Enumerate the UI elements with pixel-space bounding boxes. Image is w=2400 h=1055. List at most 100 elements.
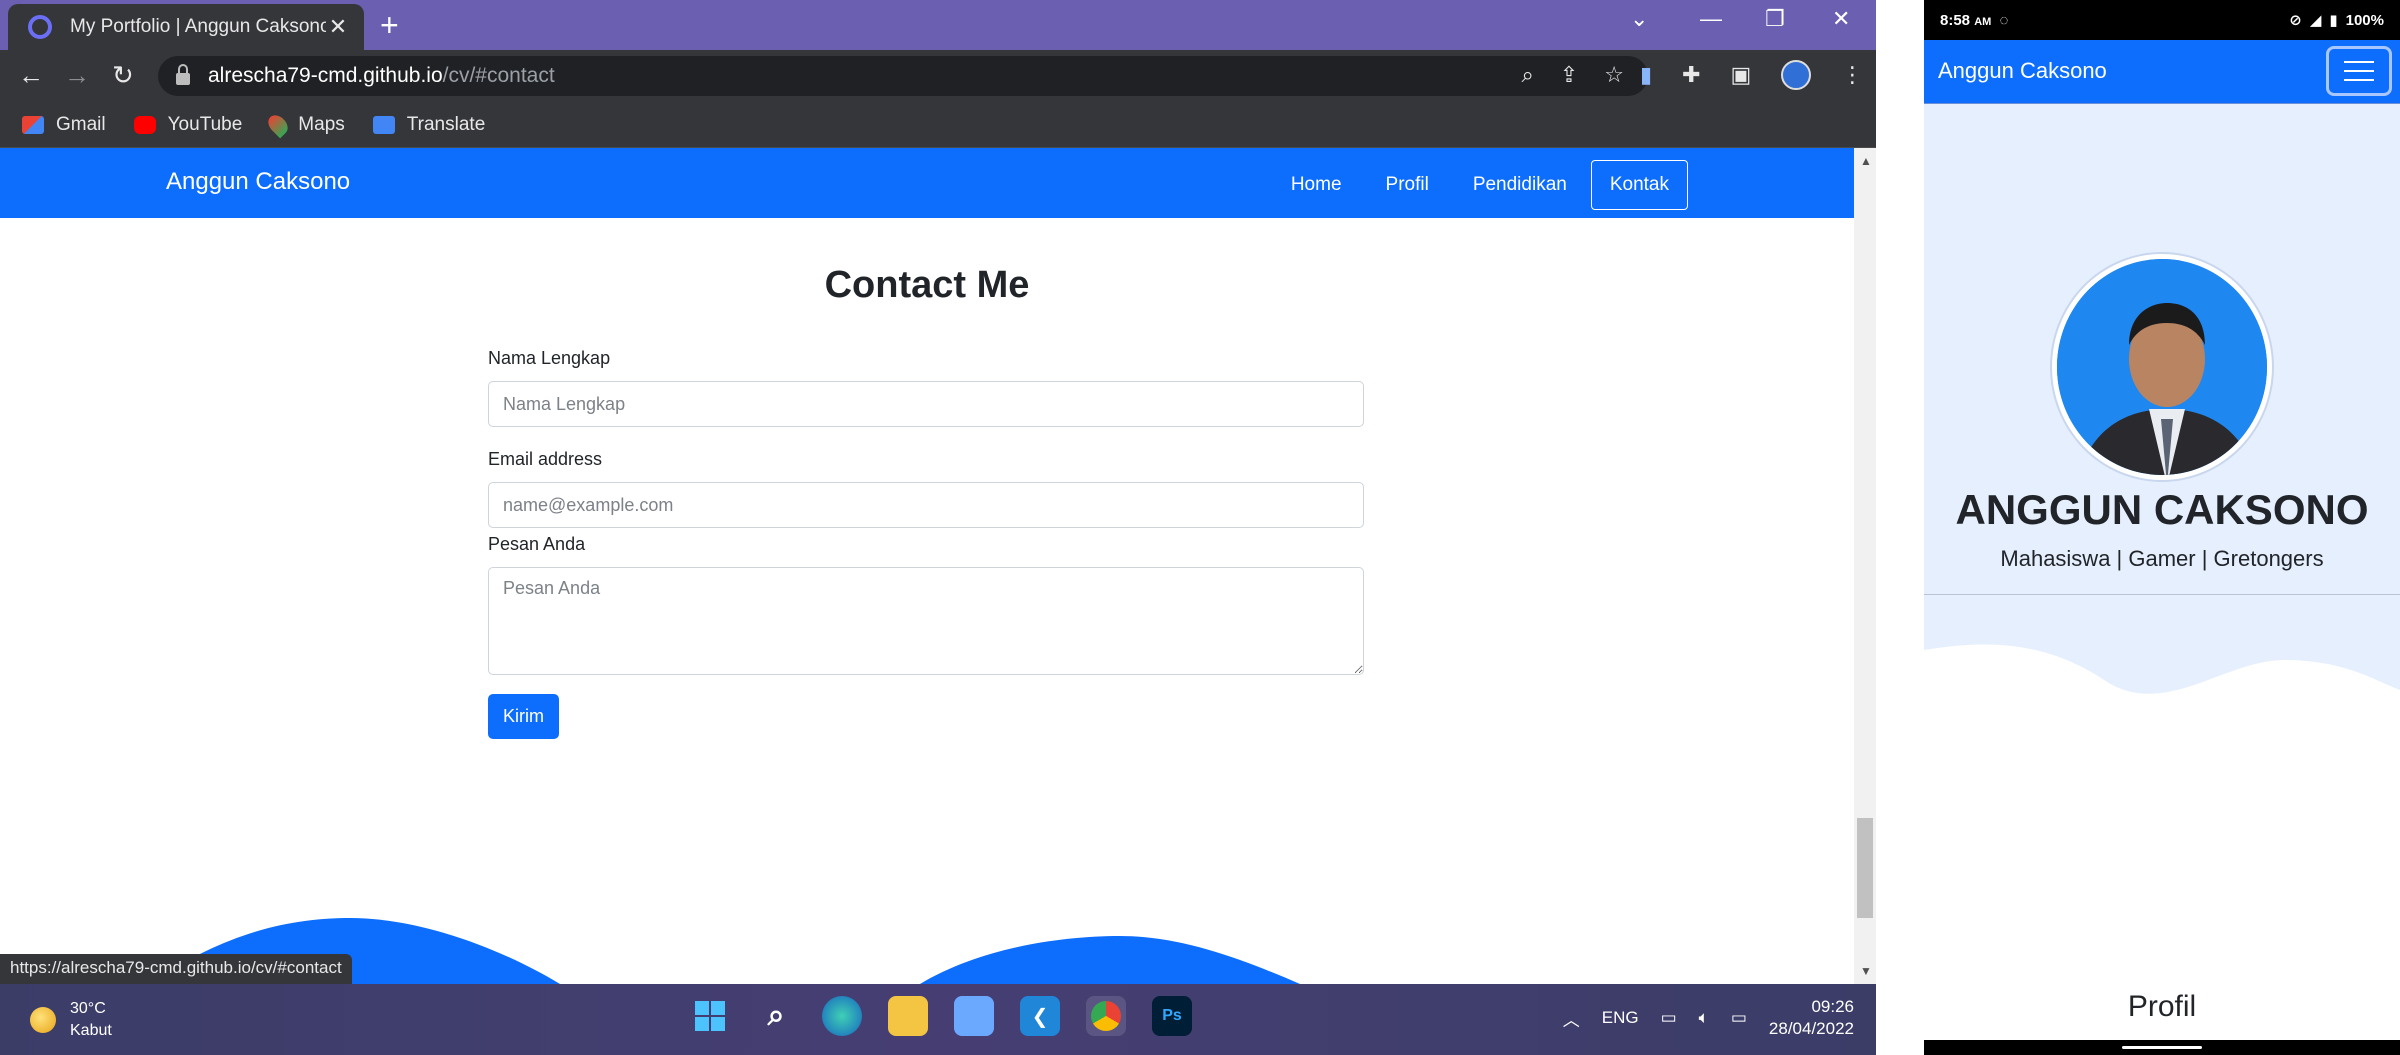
profile-wave	[1924, 644, 2400, 1040]
mobile-screenshot: 8:58 AM ◌ ⊘ ◢ ▮ 100% Anggun Caksono ANGG…	[1924, 0, 2400, 1055]
phone-status-ampm: AM	[1974, 15, 1992, 28]
tab-title: My Portfolio | Anggun Caksono	[70, 16, 326, 37]
extensions-puzzle-icon[interactable]: ✚	[1682, 62, 1700, 88]
scroll-thumb[interactable]	[1857, 818, 1873, 918]
battery-status-icon: ▮	[2329, 12, 2338, 29]
weather-condition: Kabut	[70, 1022, 112, 1039]
weather-widget[interactable]: 30°C Kabut	[30, 998, 112, 1042]
page-scrollbar[interactable]: ▲ ▼	[1854, 148, 1876, 984]
submit-button[interactable]: Kirim	[488, 694, 559, 739]
profile-divider	[1924, 594, 2400, 595]
phone-section-title: Profil	[2127, 990, 2197, 1023]
youtube-icon	[133, 115, 156, 134]
tray-overflow-chevron-icon[interactable]: ︿	[1563, 1006, 1580, 1031]
profile-tagline: Mahasiswa | Gamer | Gretongers	[2000, 546, 2324, 571]
restore-button[interactable]: ❐	[1765, 6, 1785, 32]
message-textarea[interactable]	[488, 567, 1364, 675]
search-icon[interactable]: ⌕	[756, 996, 796, 1036]
mute-icon: ⊘	[2289, 12, 2302, 29]
taskbar-apps: ⌕ ❮ Ps	[690, 996, 1192, 1036]
reload-button[interactable]: ↻	[112, 60, 134, 91]
clock-time: 09:26	[1811, 997, 1854, 1016]
site-favicon-icon	[28, 15, 52, 39]
profile-name: ANGGUN CAKSONO	[1955, 486, 2369, 533]
bookmark-label: YouTube	[167, 113, 243, 135]
translate-icon	[372, 115, 395, 134]
name-label: Nama Lengkap	[488, 348, 611, 368]
nav-link-profil[interactable]: Profil	[1366, 162, 1449, 208]
link-status-bubble: https://alrescha79-cmd.github.io/cv/#con…	[0, 954, 352, 984]
forward-button[interactable]: →	[64, 60, 90, 91]
weather-temperature: 30°C	[70, 1000, 106, 1017]
gmail-icon	[22, 115, 44, 134]
extension-docs-icon[interactable]: ▮	[1640, 62, 1652, 88]
scroll-down-arrow-icon[interactable]: ▼	[1860, 964, 1872, 978]
browser-toolbar: ← → ↻ alrescha79-cmd.github.io/cv/#conta…	[0, 50, 1876, 102]
maps-icon	[264, 111, 292, 138]
phone-status-bar: 8:58 AM ◌ ⊘ ◢ ▮ 100%	[1924, 0, 2400, 40]
minimize-button[interactable]: —	[1700, 6, 1722, 32]
chrome-icon[interactable]	[1086, 996, 1126, 1036]
volume-icon[interactable]: 🔈︎	[1699, 1008, 1709, 1028]
contact-form: Nama Lengkap Email address Pesan Anda Ki…	[488, 348, 1364, 739]
battery-icon[interactable]: ▭	[1731, 1008, 1747, 1028]
windows-taskbar: 30°C Kabut ⌕ ❮ Ps ︿ ENG ▭ 🔈︎ ▭ 09:26 28/…	[0, 984, 1876, 1055]
scroll-up-arrow-icon[interactable]: ▲	[1860, 154, 1872, 168]
site-navbar: Anggun Caksono Home Profil Pendidikan Ko…	[0, 148, 1854, 218]
whatsapp-icon: ◌	[1999, 11, 2009, 29]
email-input[interactable]	[488, 482, 1364, 528]
side-panel-icon[interactable]: ▣	[1731, 62, 1752, 88]
message-label: Pesan Anda	[488, 534, 586, 554]
bookmark-label: Gmail	[56, 113, 106, 135]
site-nav-links: Home Profil Pendidikan Kontak	[1271, 160, 1688, 210]
nav-link-home[interactable]: Home	[1271, 162, 1362, 208]
bookmarks-bar: Gmail YouTube Maps Translate	[0, 102, 1876, 148]
site-brand[interactable]: Anggun Caksono	[166, 168, 350, 196]
page-viewport: Anggun Caksono Home Profil Pendidikan Ko…	[0, 148, 1854, 984]
clock-date: 28/04/2022	[1768, 1019, 1854, 1038]
browser-menu-icon[interactable]: ⋮	[1841, 62, 1863, 88]
lock-icon	[176, 64, 190, 85]
vscode-icon[interactable]: ❮	[1020, 996, 1060, 1036]
network-icon[interactable]: ▭	[1661, 1008, 1677, 1028]
tab-strip: My Portfolio | Anggun Caksono ✕ + ⌄ — ❐ …	[0, 0, 1876, 50]
taskbar-clock[interactable]: 09:26 28/04/2022	[1769, 996, 1854, 1040]
phone-battery-percent: 100%	[2345, 11, 2384, 29]
signal-icon: ◢	[2309, 12, 2322, 29]
bookmark-label: Maps	[298, 113, 345, 135]
nav-link-kontak[interactable]: Kontak	[1590, 160, 1688, 210]
bookmark-maps[interactable]: Maps	[264, 111, 345, 138]
profile-photo-avatar	[2052, 254, 2272, 480]
tab-search-icon[interactable]: ⌄	[1630, 6, 1648, 32]
name-input[interactable]	[488, 381, 1364, 427]
bookmark-label: Translate	[406, 113, 486, 135]
desktop-browser-window: My Portfolio | Anggun Caksono ✕ + ⌄ — ❐ …	[0, 0, 1876, 1055]
weather-fog-icon	[30, 1007, 56, 1033]
nav-link-pendidikan[interactable]: Pendidikan	[1453, 162, 1587, 208]
phone-site-brand[interactable]: Anggun Caksono	[1938, 58, 2107, 84]
zoom-icon[interactable]: ⌕	[1522, 62, 1534, 88]
back-button[interactable]: ←	[18, 60, 44, 91]
bookmark-gmail[interactable]: Gmail	[22, 114, 106, 136]
bookmark-youtube[interactable]: YouTube	[133, 113, 243, 136]
email-label: Email address	[488, 449, 603, 469]
notepad-icon[interactable]	[954, 996, 994, 1036]
browser-tab-active[interactable]: My Portfolio | Anggun Caksono ✕	[8, 4, 364, 50]
bookmark-translate[interactable]: Translate	[372, 113, 486, 136]
bookmark-star-icon[interactable]: ☆	[1604, 62, 1624, 88]
windows-start-icon[interactable]	[690, 996, 730, 1036]
contact-title: Contact Me	[824, 264, 1030, 306]
edge-icon[interactable]	[822, 996, 862, 1036]
phone-status-time: 8:58	[1940, 11, 1971, 29]
file-explorer-icon[interactable]	[888, 996, 928, 1036]
hamburger-menu-icon[interactable]	[2326, 46, 2392, 96]
url-path: /cv/#contact	[442, 64, 555, 87]
photoshop-icon[interactable]: Ps	[1152, 996, 1192, 1036]
new-tab-button[interactable]: +	[380, 8, 399, 42]
input-language[interactable]: ENG	[1602, 1008, 1639, 1028]
window-close-button[interactable]: ✕	[1832, 6, 1850, 32]
profile-avatar[interactable]	[1781, 60, 1812, 90]
tab-close-icon[interactable]: ✕	[326, 14, 350, 40]
address-bar[interactable]: alrescha79-cmd.github.io/cv/#contact ⌕ ⇪…	[158, 56, 1648, 96]
share-icon[interactable]: ⇪	[1560, 62, 1578, 88]
